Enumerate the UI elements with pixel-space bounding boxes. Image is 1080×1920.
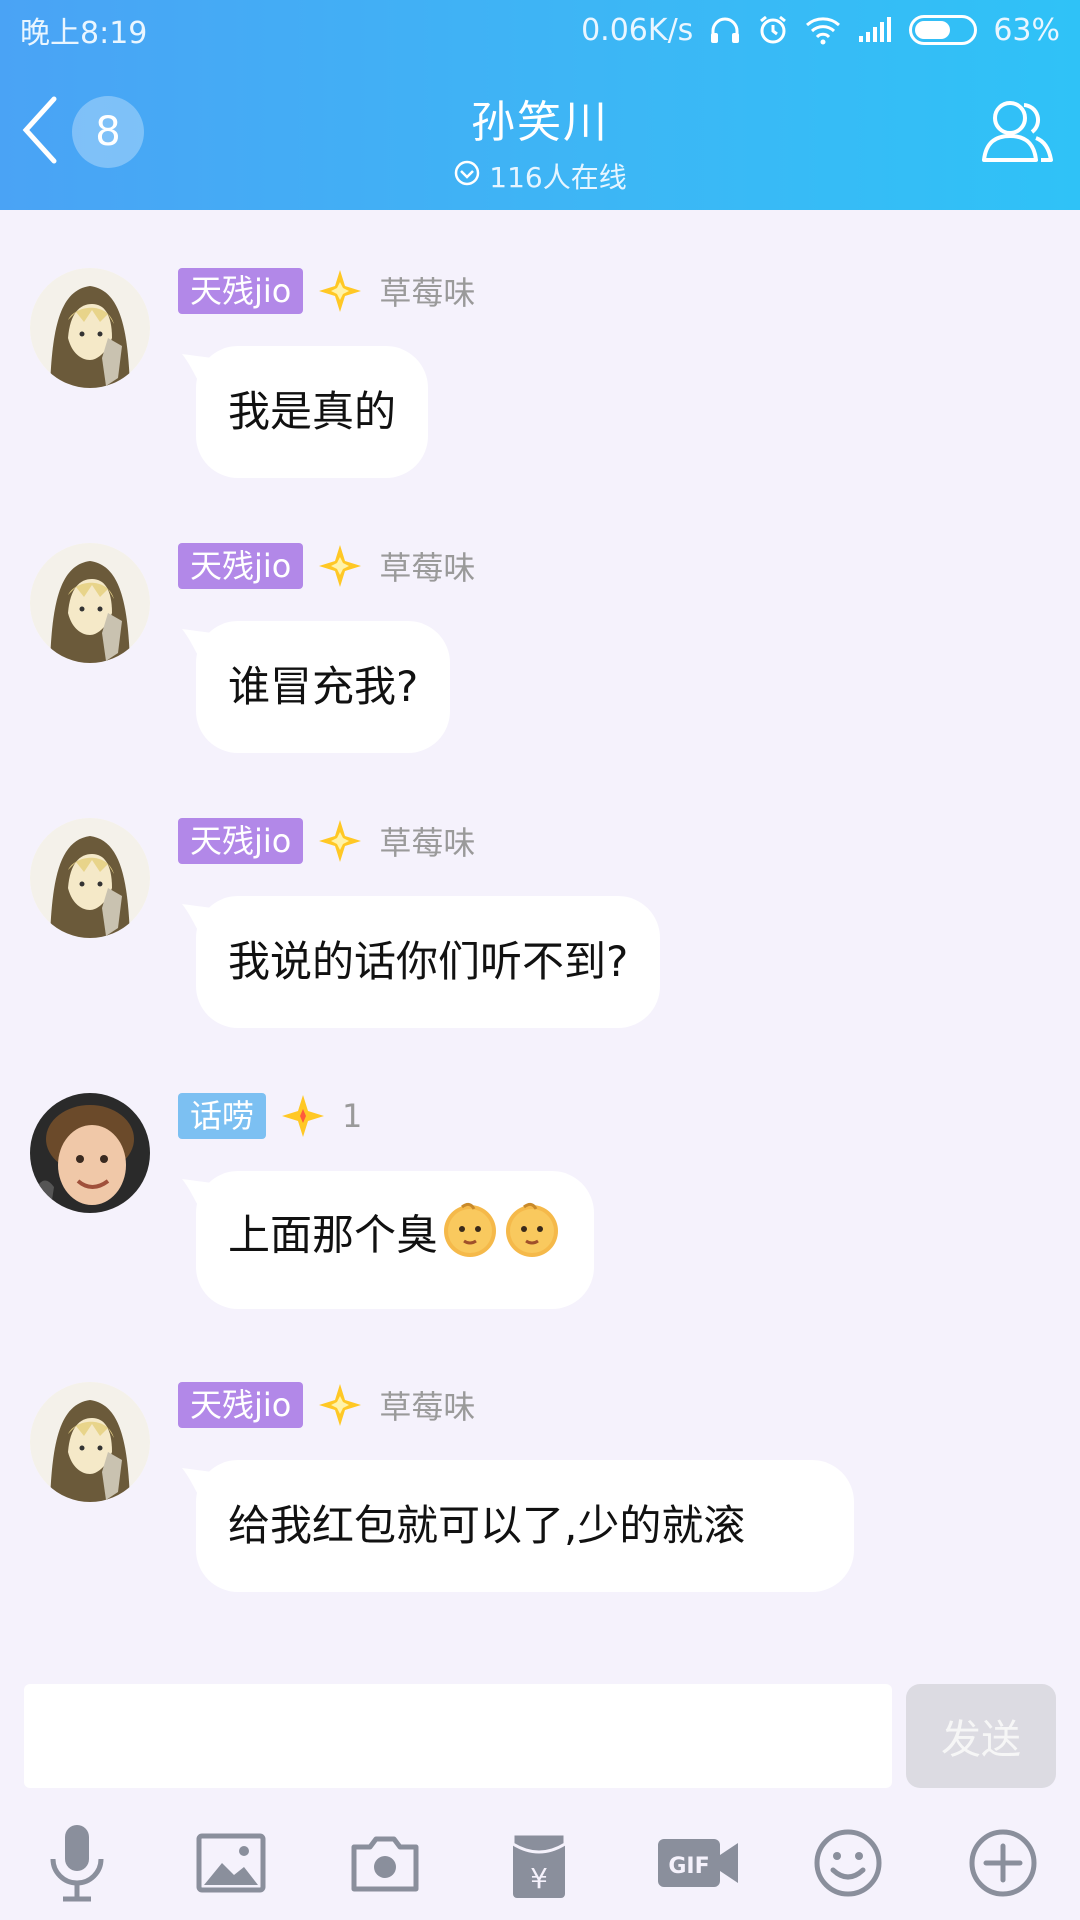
plus-icon: [968, 1828, 1038, 1902]
status-time: 晚上8:19: [20, 16, 148, 51]
alarm-icon: [757, 14, 789, 46]
member-title-tag: 天残jio: [178, 818, 304, 864]
message-bubble[interactable]: 我是真的: [196, 346, 429, 478]
image-button[interactable]: [186, 1820, 276, 1910]
battery-icon: [909, 15, 978, 45]
avatar[interactable]: [30, 543, 150, 663]
avatar[interactable]: [30, 1093, 150, 1213]
gif-button[interactable]: GIF: [648, 1820, 748, 1910]
signal-icon: [857, 16, 893, 44]
member-title-tag: 话唠: [178, 1093, 267, 1139]
camera-button[interactable]: [340, 1820, 430, 1910]
headphone-icon: [709, 15, 741, 45]
camera-icon: [350, 1833, 420, 1897]
sparkle-level-icon: [317, 818, 363, 864]
message-bubble[interactable]: 我说的话你们听不到?: [196, 896, 661, 1028]
voice-button[interactable]: [32, 1820, 122, 1910]
svg-text:GIF: GIF: [668, 1854, 709, 1879]
sparkle-level-icon: [280, 1093, 326, 1139]
avatar[interactable]: [30, 1382, 150, 1502]
red-packet-icon: ¥: [509, 1826, 569, 1904]
member-title-tag: 天残jio: [178, 1382, 304, 1428]
battery-percent: 63%: [993, 12, 1060, 48]
sparkle-level-icon: [317, 1382, 363, 1428]
message-bubble[interactable]: 谁冒充我?: [196, 621, 451, 753]
microphone-icon: [45, 1823, 109, 1907]
image-icon: [196, 1833, 266, 1897]
chevron-down-circle-icon: [453, 159, 481, 194]
member-title-tag: 天残jio: [178, 268, 304, 314]
sparkle-level-icon: [317, 268, 363, 314]
message-item: 天残jio 草莓味 给我红包就可以了,少的就滚: [0, 1382, 1080, 1680]
message-item: 天残jio 草莓味 我是真的: [0, 268, 1080, 488]
sparkle-level-icon: [317, 543, 363, 589]
message-bubble[interactable]: 上面那个臭: [196, 1171, 595, 1309]
member-title-tag: 天残jio: [178, 543, 304, 589]
level-label: 草莓味: [379, 824, 476, 862]
chat-screen: 晚上8:19 0.06K/s 63% 8 孙笑川 116人在线 天残jio 草莓…: [0, 0, 1080, 1920]
members-icon: [980, 101, 1056, 170]
baby-face-icon: [502, 1199, 562, 1277]
message-list[interactable]: 天残jio 草莓味 我是真的 天残jio 草莓味 谁冒充我? 天残jio 草莓味…: [0, 210, 1080, 1680]
avatar[interactable]: [30, 268, 150, 388]
avatar[interactable]: [30, 818, 150, 938]
group-members-button[interactable]: [980, 96, 1056, 170]
level-label: 1: [342, 1097, 363, 1135]
input-toolbar: ¥ GIF: [0, 1820, 1080, 1920]
gif-icon: GIF: [656, 1835, 740, 1895]
message-input[interactable]: [24, 1684, 892, 1788]
smiley-icon: [813, 1828, 883, 1902]
red-packet-button[interactable]: ¥: [494, 1820, 584, 1910]
message-item: 话唠 1 上面那个臭: [0, 1093, 1080, 1343]
message-item: 天残jio 草莓味 我说的话你们听不到?: [0, 818, 1080, 1038]
header: 晚上8:19 0.06K/s 63% 8 孙笑川 116人在线: [0, 0, 1080, 210]
level-label: 草莓味: [379, 274, 476, 312]
message-item: 天残jio 草莓味 谁冒充我?: [0, 543, 1080, 763]
wifi-icon: [805, 15, 841, 45]
network-speed: 0.06K/s: [581, 12, 694, 48]
svg-text:¥: ¥: [530, 1862, 548, 1895]
level-label: 草莓味: [379, 549, 476, 587]
emoji-button[interactable]: [803, 1820, 893, 1910]
send-button[interactable]: 发送: [906, 1684, 1056, 1788]
page-title: 孙笑川: [471, 97, 609, 148]
message-bubble[interactable]: 给我红包就可以了,少的就滚: [196, 1460, 854, 1592]
baby-face-icon: [440, 1199, 500, 1277]
more-button[interactable]: [958, 1820, 1048, 1910]
online-count[interactable]: 116人在线: [453, 156, 627, 196]
input-area: 发送 ¥ GIF: [0, 1680, 1080, 1920]
level-label: 草莓味: [379, 1388, 476, 1426]
status-bar: 晚上8:19 0.06K/s 63%: [0, 0, 1080, 60]
